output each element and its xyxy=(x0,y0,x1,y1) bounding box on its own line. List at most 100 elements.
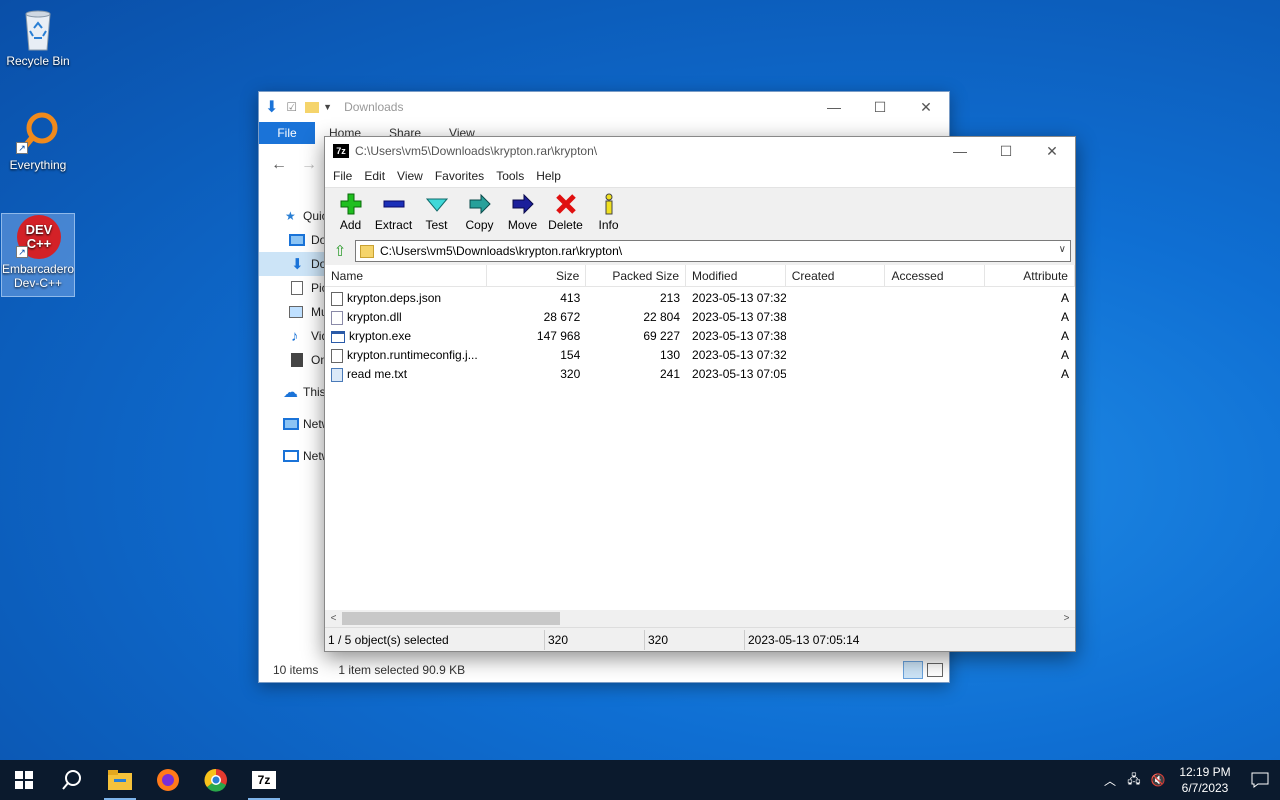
info-button[interactable]: Info xyxy=(587,187,630,237)
7zip-title: C:\Users\vm5\Downloads\krypton.rar\krypt… xyxy=(355,144,598,158)
nav-this-pc[interactable]: Netw xyxy=(259,412,330,436)
delete-button[interactable]: Delete xyxy=(544,187,587,237)
nav-quick-access[interactable]: ★ Quic xyxy=(259,204,328,228)
download-icon: ⬇ xyxy=(291,256,304,273)
forward-arrow-icon[interactable]: → xyxy=(301,156,317,174)
nav-pictures[interactable]: Mu xyxy=(259,300,328,324)
clock-time: 12:19 PM xyxy=(1179,765,1231,779)
shortcut-arrow-icon: ↗ xyxy=(16,142,28,154)
taskbar-chrome[interactable] xyxy=(192,760,240,800)
menu-tools[interactable]: Tools xyxy=(490,169,530,183)
scroll-left-arrow-icon[interactable]: < xyxy=(325,613,342,624)
menu-file[interactable]: File xyxy=(327,169,358,183)
notification-center-icon[interactable] xyxy=(1240,772,1280,788)
add-button[interactable]: Add xyxy=(329,187,372,237)
maximize-button[interactable]: ☐ xyxy=(857,92,903,122)
desktop-icon-everything[interactable]: ↗ Everything xyxy=(2,110,74,172)
column-modified[interactable]: Modified xyxy=(686,264,786,287)
document-icon xyxy=(291,281,303,295)
everything-search-icon: ↗ xyxy=(16,110,60,154)
minimize-button[interactable]: — xyxy=(937,137,983,165)
maximize-button[interactable]: ☐ xyxy=(983,137,1029,165)
column-accessed[interactable]: Accessed xyxy=(885,264,986,287)
close-button[interactable]: ✕ xyxy=(903,92,949,122)
video-icon xyxy=(291,353,303,367)
taskbar-7zip[interactable]: 7z xyxy=(240,760,288,800)
nav-downloads[interactable]: ⬇ Do xyxy=(259,252,326,276)
taskbar-firefox[interactable] xyxy=(144,760,192,800)
extract-icon xyxy=(383,200,404,208)
file-row[interactable]: krypton.dll 28 672 22 804 2023-05-13 07:… xyxy=(325,308,1075,327)
info-icon xyxy=(605,193,612,215)
file-row[interactable]: krypton.runtimeconfig.j... 154 130 2023-… xyxy=(325,346,1075,365)
menu-edit[interactable]: Edit xyxy=(358,169,391,183)
nav-music[interactable]: ♪ Vid xyxy=(259,324,328,348)
start-button[interactable] xyxy=(0,760,48,800)
desktop-icon xyxy=(289,234,305,246)
menu-favorites[interactable]: Favorites xyxy=(429,169,490,183)
large-icons-view-icon[interactable] xyxy=(927,663,943,677)
7zip-titlebar[interactable]: 7z C:\Users\vm5\Downloads\krypton.rar\kr… xyxy=(325,137,1075,165)
copy-button[interactable]: Copy xyxy=(458,187,501,237)
desktop-icon-devcpp[interactable]: DEV C++ ↗ Embarcadero Dev-C++ xyxy=(1,213,75,297)
json-file-icon xyxy=(331,291,343,306)
system-tray: ︿ 🖧 🔇 12:19 PM 6/7/2023 xyxy=(1098,760,1280,800)
minimize-button[interactable]: — xyxy=(811,92,857,122)
column-packed-size[interactable]: Packed Size xyxy=(586,264,687,287)
up-folder-icon[interactable]: ⇧ xyxy=(329,242,351,260)
nav-network[interactable]: Netw xyxy=(259,444,330,468)
nav-onedrive[interactable]: ☁ This xyxy=(259,380,326,404)
desktop-icon-label: Everything xyxy=(9,158,67,172)
nav-desktop[interactable]: Do xyxy=(259,228,326,252)
7zip-window[interactable]: 7z C:\Users\vm5\Downloads\krypton.rar\kr… xyxy=(324,136,1076,652)
cloud-icon: ☁ xyxy=(283,384,298,401)
column-attributes[interactable]: Attribute xyxy=(985,264,1075,287)
test-button[interactable]: Test xyxy=(415,187,458,237)
desktop-icon-label: Embarcadero Dev-C++ xyxy=(2,262,75,290)
chevron-down-icon[interactable]: ∨ xyxy=(1059,244,1066,255)
column-size[interactable]: Size xyxy=(487,264,587,287)
clock[interactable]: 12:19 PM 6/7/2023 xyxy=(1170,764,1240,796)
customize-dropdown-icon[interactable]: ▼ xyxy=(323,102,332,112)
properties-icon[interactable]: ☑ xyxy=(286,100,297,114)
move-button[interactable]: Move xyxy=(501,187,544,237)
desktop-icon-recycle-bin[interactable]: Recycle Bin xyxy=(2,6,74,68)
extract-button[interactable]: Extract xyxy=(372,187,415,237)
file-row[interactable]: krypton.deps.json 413 213 2023-05-13 07:… xyxy=(325,289,1075,308)
exe-file-icon xyxy=(331,330,345,343)
details-view-icon[interactable] xyxy=(903,661,923,679)
7zip-address-bar: ⇧ C:\Users\vm5\Downloads\krypton.rar\kry… xyxy=(325,237,1075,265)
search-button[interactable] xyxy=(48,760,96,800)
column-created[interactable]: Created xyxy=(786,264,886,287)
nav-documents[interactable]: Pic xyxy=(259,276,328,300)
firefox-icon xyxy=(157,769,179,791)
menu-help[interactable]: Help xyxy=(530,169,567,183)
explorer-titlebar[interactable]: ⬇ ☑ ▼ Downloads — ☐ ✕ xyxy=(259,92,949,122)
horizontal-scrollbar[interactable]: < > xyxy=(325,610,1075,627)
path-input[interactable]: C:\Users\vm5\Downloads\krypton.rar\krypt… xyxy=(355,240,1071,262)
file-row[interactable]: read me.txt 320 241 2023-05-13 07:05 A xyxy=(325,365,1075,384)
svg-text:DEV: DEV xyxy=(26,222,53,237)
scrollbar-thumb[interactable] xyxy=(342,612,560,625)
chevron-up-icon[interactable]: ︿ xyxy=(1098,772,1122,789)
quick-access-download-icon[interactable]: ⬇ xyxy=(265,97,278,117)
7zip-statusbar: 1 / 5 object(s) selected 320 320 2023-05… xyxy=(325,627,1075,651)
desktop-icon-label: Recycle Bin xyxy=(6,54,70,68)
column-name[interactable]: Name xyxy=(325,264,487,287)
menu-view[interactable]: View xyxy=(391,169,429,183)
back-arrow-icon[interactable]: ← xyxy=(271,156,287,174)
file-list: krypton.deps.json 413 213 2023-05-13 07:… xyxy=(325,287,1075,384)
tab-file[interactable]: File xyxy=(259,122,315,144)
status-packed: 320 xyxy=(645,629,745,650)
scroll-right-arrow-icon[interactable]: > xyxy=(1058,613,1075,624)
taskbar-file-explorer[interactable] xyxy=(96,760,144,800)
network-icon[interactable]: 🖧 xyxy=(1122,770,1146,791)
computer-icon xyxy=(283,418,299,430)
file-row[interactable]: krypton.exe 147 968 69 227 2023-05-13 07… xyxy=(325,327,1075,346)
nav-videos[interactable]: One xyxy=(259,348,334,372)
volume-muted-icon[interactable]: 🔇 xyxy=(1146,773,1170,787)
close-button[interactable]: ✕ xyxy=(1029,137,1075,165)
svg-text:C++: C++ xyxy=(27,236,52,251)
status-selection: 1 / 5 object(s) selected xyxy=(325,629,545,650)
explorer-title: Downloads xyxy=(344,100,404,114)
